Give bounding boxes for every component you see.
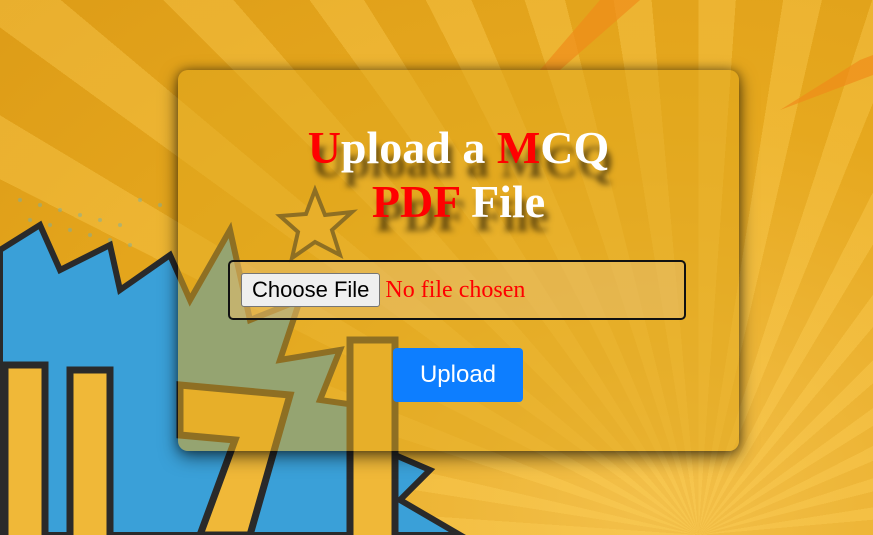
file-input[interactable]: Choose File No file chosen: [228, 260, 686, 320]
title-word-pdf: PDF: [371, 176, 460, 227]
title-text-cq: CQ: [540, 122, 610, 173]
page-title: Upload a MCQ PDF File: [178, 121, 739, 229]
title-line-2: PDF File: [178, 175, 739, 229]
title-text: pload a: [340, 122, 497, 173]
title-line-1: Upload a MCQ: [178, 121, 739, 175]
upload-button[interactable]: Upload: [393, 348, 523, 402]
choose-file-button[interactable]: Choose File: [241, 273, 381, 307]
file-status-text: No file chosen: [385, 276, 526, 303]
upload-card: Upload a MCQ PDF File Choose File No fil…: [178, 70, 739, 451]
title-letter-u: U: [307, 122, 341, 173]
title-letter-m: M: [496, 122, 541, 173]
title-word-file: File: [459, 176, 546, 227]
